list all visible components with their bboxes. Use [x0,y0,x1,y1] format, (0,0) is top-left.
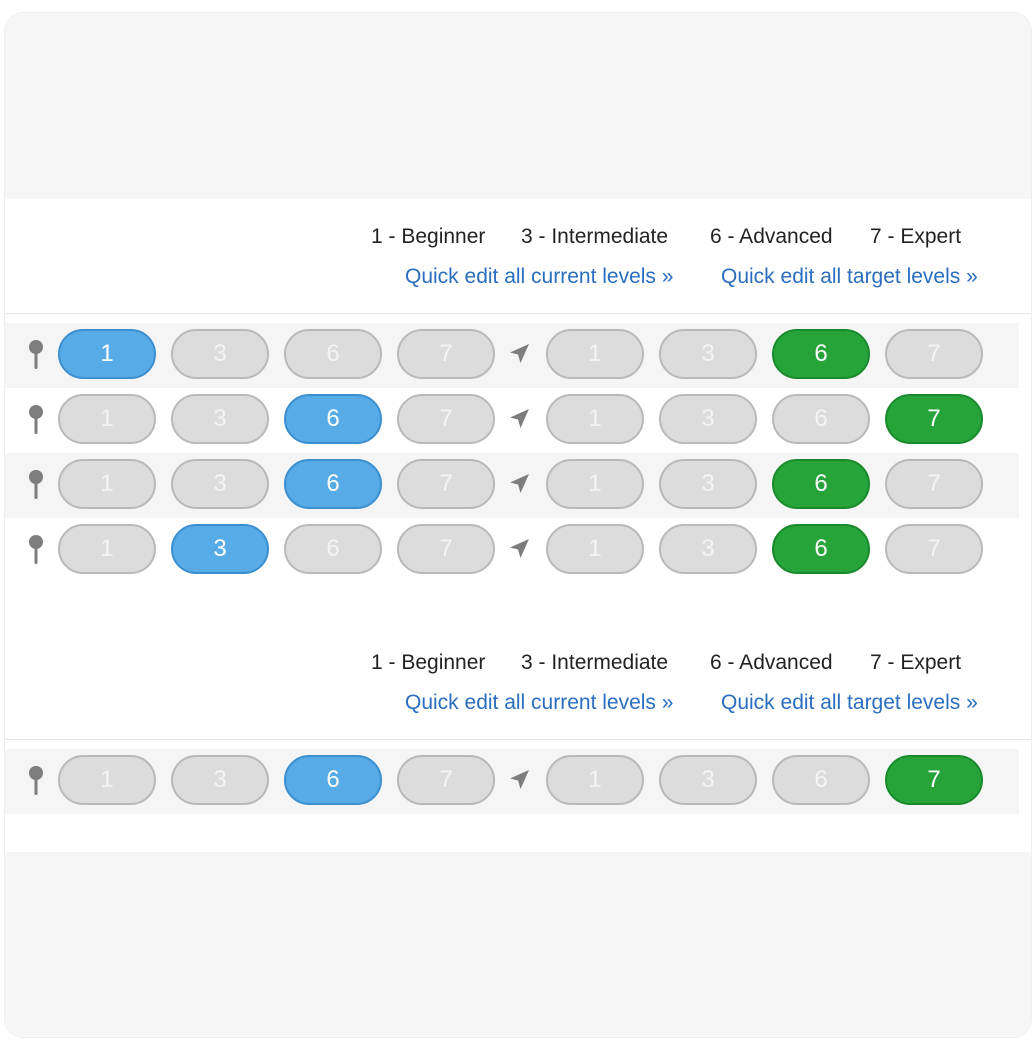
target-level-6-button[interactable]: 6 [772,394,870,444]
skill-row: 13671367 [5,453,1019,518]
current-level-1-button[interactable]: 1 [58,524,156,574]
legend-advanced: 6 - Advanced [710,225,833,248]
level-legend: 1 - Beginner 3 - Intermediate 6 - Advanc… [5,225,1031,251]
target-level-6-button[interactable]: 6 [772,755,870,805]
target-level-7-button[interactable]: 7 [885,394,983,444]
top-gray-band [5,13,1031,199]
quick-edit-links: Quick edit all current levels » Quick ed… [5,691,1031,717]
navigation-arrow-icon [510,344,529,363]
current-level-3-button[interactable]: 3 [171,394,269,444]
current-level-1-button[interactable]: 1 [58,755,156,805]
legend-expert: 7 - Expert [870,651,962,674]
divider [5,313,1031,314]
target-level-3-button[interactable]: 3 [659,459,757,509]
navigation-arrow-icon [510,539,529,558]
pin-icon [29,535,43,564]
target-level-1-button[interactable]: 1 [546,524,644,574]
current-level-3-button[interactable]: 3 [171,459,269,509]
current-level-1-button[interactable]: 1 [58,459,156,509]
pin-icon [29,470,43,499]
current-level-7-button[interactable]: 7 [397,459,495,509]
target-level-1-button[interactable]: 1 [546,329,644,379]
current-level-6-button[interactable]: 6 [284,524,382,574]
navigation-arrow-icon [510,474,529,493]
target-level-3-button[interactable]: 3 [659,755,757,805]
target-level-3-button[interactable]: 3 [659,394,757,444]
target-level-6-button[interactable]: 6 [772,459,870,509]
target-level-6-button[interactable]: 6 [772,329,870,379]
legend-advanced: 6 - Advanced [710,651,833,674]
current-level-6-button[interactable]: 6 [284,329,382,379]
target-level-1-button[interactable]: 1 [546,755,644,805]
quick-edit-target-link[interactable]: Quick edit all target levels » [721,265,978,289]
skill-rows: 13671367 [5,749,1019,814]
legend-beginner: 1 - Beginner [371,651,486,674]
pin-icon [29,340,43,369]
quick-edit-current-link[interactable]: Quick edit all current levels » [405,691,673,715]
current-level-7-button[interactable]: 7 [397,755,495,805]
target-level-1-button[interactable]: 1 [546,459,644,509]
current-level-6-button[interactable]: 6 [284,394,382,444]
current-level-3-button[interactable]: 3 [171,524,269,574]
divider [5,739,1031,740]
legend-beginner: 1 - Beginner [371,225,486,248]
quick-edit-links: Quick edit all current levels » Quick ed… [5,265,1031,291]
current-level-1-button[interactable]: 1 [58,329,156,379]
current-level-6-button[interactable]: 6 [284,459,382,509]
target-level-1-button[interactable]: 1 [546,394,644,444]
target-level-3-button[interactable]: 3 [659,329,757,379]
target-level-7-button[interactable]: 7 [885,329,983,379]
legend-expert: 7 - Expert [870,225,962,248]
current-level-7-button[interactable]: 7 [397,329,495,379]
navigation-arrow-icon [510,770,529,789]
level-legend: 1 - Beginner 3 - Intermediate 6 - Advanc… [5,651,1031,677]
current-level-1-button[interactable]: 1 [58,394,156,444]
target-level-7-button[interactable]: 7 [885,524,983,574]
quick-edit-target-link[interactable]: Quick edit all target levels » [721,691,978,715]
skill-rows: 13671367136713671367136713671367 [5,323,1019,583]
target-level-3-button[interactable]: 3 [659,524,757,574]
current-level-3-button[interactable]: 3 [171,755,269,805]
navigation-arrow-icon [510,409,529,428]
target-level-7-button[interactable]: 7 [885,459,983,509]
bottom-gray-band [5,852,1031,1037]
target-level-6-button[interactable]: 6 [772,524,870,574]
target-level-7-button[interactable]: 7 [885,755,983,805]
legend-intermediate: 3 - Intermediate [521,225,669,248]
skill-levels-card: 1 - Beginner 3 - Intermediate 6 - Advanc… [5,13,1031,1037]
quick-edit-current-link[interactable]: Quick edit all current levels » [405,265,673,289]
legend-intermediate: 3 - Intermediate [521,651,669,674]
current-level-7-button[interactable]: 7 [397,524,495,574]
skill-row: 13671367 [5,518,1019,583]
pin-icon [29,766,43,795]
skill-row: 13671367 [5,388,1019,453]
skill-row: 13671367 [5,749,1019,814]
pin-icon [29,405,43,434]
current-level-3-button[interactable]: 3 [171,329,269,379]
skill-row: 13671367 [5,323,1019,388]
current-level-6-button[interactable]: 6 [284,755,382,805]
current-level-7-button[interactable]: 7 [397,394,495,444]
